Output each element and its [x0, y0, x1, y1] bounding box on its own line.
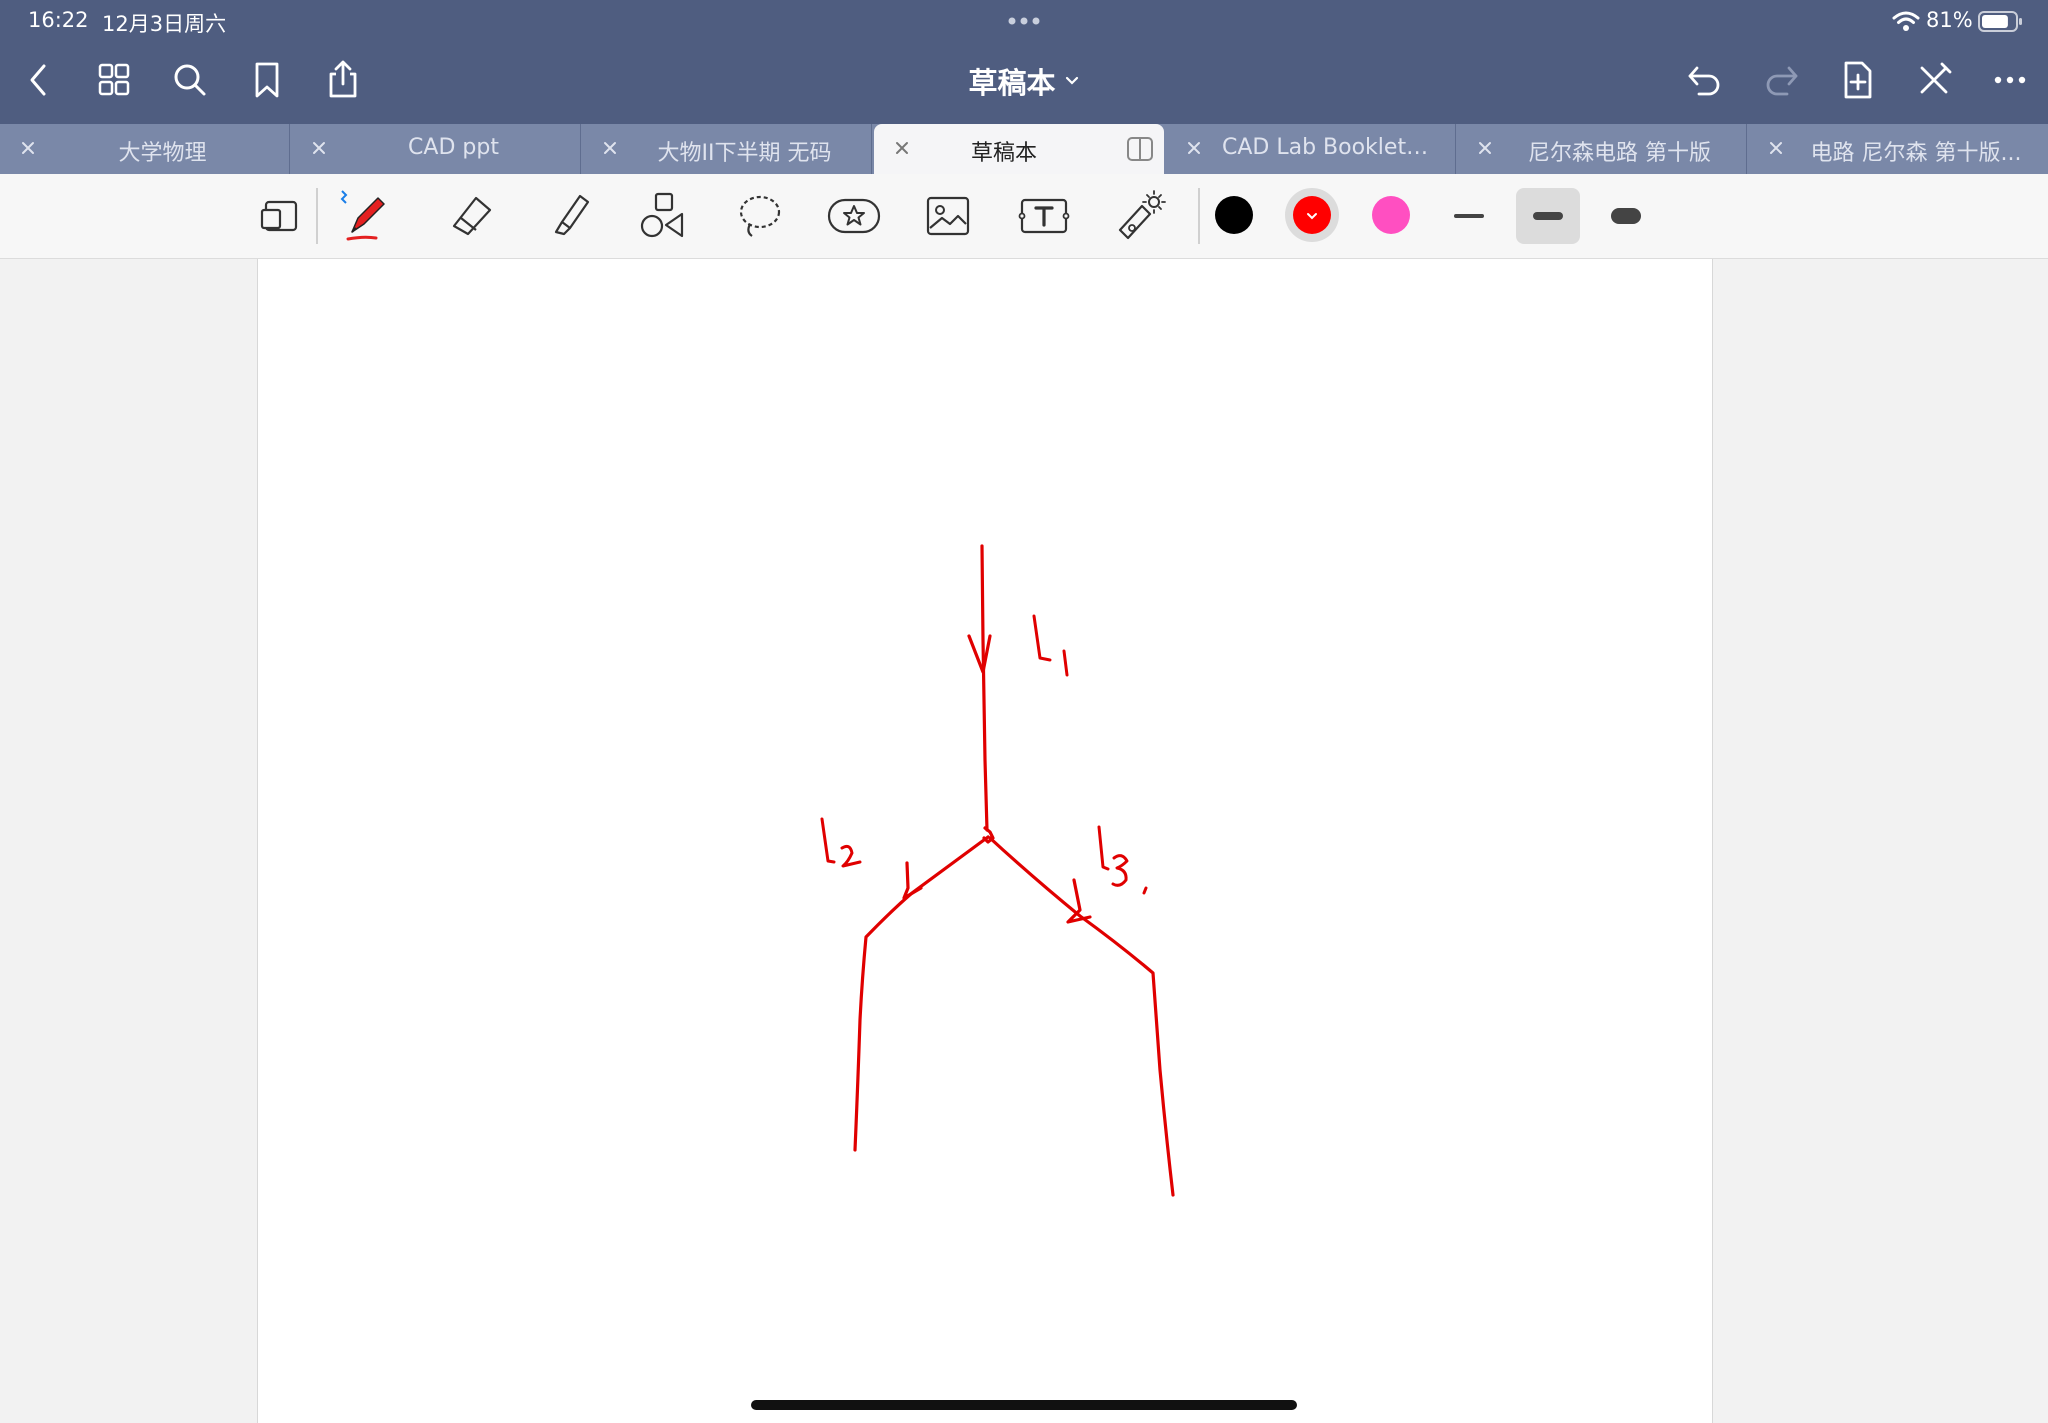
ink-wire-top	[980, 544, 989, 832]
ink-arrow-left	[902, 861, 923, 900]
home-indicator[interactable]	[751, 1400, 1297, 1410]
ink-arrow-top	[967, 634, 992, 674]
label-i2-handwritten	[820, 817, 862, 868]
label-i3-handwritten	[1097, 825, 1148, 895]
ink-wire-left	[853, 835, 990, 1152]
label-i1-handwritten	[1032, 614, 1069, 677]
handwritten-circuit-sketch: I₁ I₂ I₃	[820, 544, 1175, 1197]
